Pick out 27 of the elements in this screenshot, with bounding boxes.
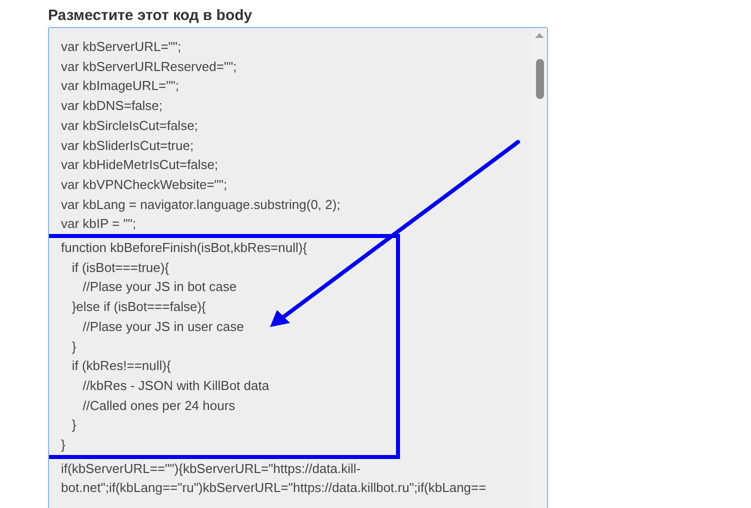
scrollbar-thumb[interactable] xyxy=(536,59,544,99)
code-line: }else if (isBot===false){ xyxy=(70,298,206,316)
code-line: var kbIP = ""; xyxy=(61,215,136,234)
code-line: var kbServerURL=""; xyxy=(61,38,182,56)
code-line: if (kbRes!==null){ xyxy=(70,357,171,376)
code-line: } xyxy=(61,436,66,454)
code-line: } xyxy=(70,338,76,356)
scroll-up-icon[interactable] xyxy=(535,33,544,38)
code-line: var kbVPNCheckWebsite=""; xyxy=(61,176,228,194)
code-line: //Plase your JS in bot case xyxy=(82,278,237,296)
code-line: var kbLang = navigator.language.substring(0, 2); xyxy=(61,196,340,214)
code-line: var kbSircleIsCut=false; xyxy=(61,116,198,135)
code-line: var kbHideMetrIsCut=false; xyxy=(61,156,218,174)
code-line: var kbImageURL=""; xyxy=(61,77,179,96)
code-line: if (isBot===true){ xyxy=(70,258,170,277)
code-line: var kbSliderIsCut=true; xyxy=(61,136,194,155)
code-line: var kbDNS=false; xyxy=(61,97,163,116)
code-line: function kbBeforeFinish(isBot,kbRes=null){ xyxy=(61,239,308,258)
code-line: //Called ones per 24 hours xyxy=(82,396,236,415)
code-line: bot.net";if(kbLang=="ru")kbServerURL="https://data.killbot.ru";if(kbLang== xyxy=(61,479,486,498)
code-line: //Plase your JS in user case xyxy=(82,318,244,336)
code-line: var kbServerURLReserved=""; xyxy=(61,58,237,76)
code-line: //kbRes - JSON with KillBot data xyxy=(82,376,270,395)
code-textarea[interactable] xyxy=(48,27,548,508)
code-line: if(kbServerURL==""){kbServerURL="https://data.kill- xyxy=(61,460,361,478)
section-heading: Разместите этот код в body xyxy=(48,7,252,24)
code-line: } xyxy=(70,416,76,434)
